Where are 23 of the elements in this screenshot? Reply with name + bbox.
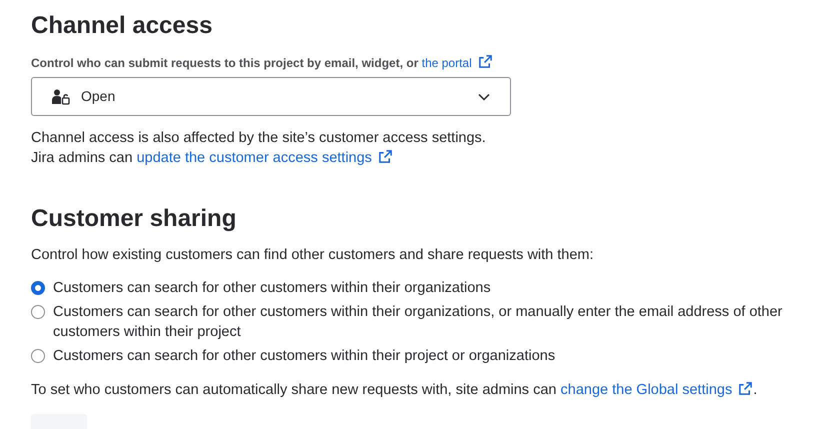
person-lock-icon <box>52 88 70 104</box>
portal-link[interactable]: the portal <box>422 56 493 70</box>
settings-link[interactable]: update the customer access settings <box>136 150 393 166</box>
external-link-icon <box>738 381 754 396</box>
external-link-icon <box>478 54 493 69</box>
radio-button[interactable] <box>31 349 45 363</box>
radio-option[interactable]: Customers can search for other customers within their organizations, or manually enter the email address of other customers within their project <box>31 302 830 342</box>
note-text: Jira admins can <box>31 150 133 166</box>
access-select[interactable]: Open <box>31 77 511 116</box>
section-heading: Channel access <box>31 11 214 41</box>
footer-text: . <box>753 382 758 398</box>
radio-option[interactable]: Customers can search for other customers within their organizations <box>31 278 830 298</box>
radio-button[interactable] <box>31 305 45 319</box>
footer-text: To set who customers can automatically share new requests with, site admins can <box>31 382 556 398</box>
global-settings-link[interactable]: change the Global settings <box>560 382 754 398</box>
field-label: Control who can submit requests to this project by email, widget, or <box>31 56 418 70</box>
section-description: Control how existing customers can find other customers and share requests with them: <box>31 246 595 265</box>
external-link-icon <box>378 149 393 164</box>
radio-option[interactable]: Customers can search for other customers within their project or organizations <box>31 346 830 366</box>
note-text: Channel access is also affected by the site’s customer access settings. <box>31 129 487 148</box>
radio-button[interactable] <box>31 281 45 295</box>
section-heading: Customer sharing <box>31 204 238 234</box>
chevron-down-icon <box>478 92 490 100</box>
